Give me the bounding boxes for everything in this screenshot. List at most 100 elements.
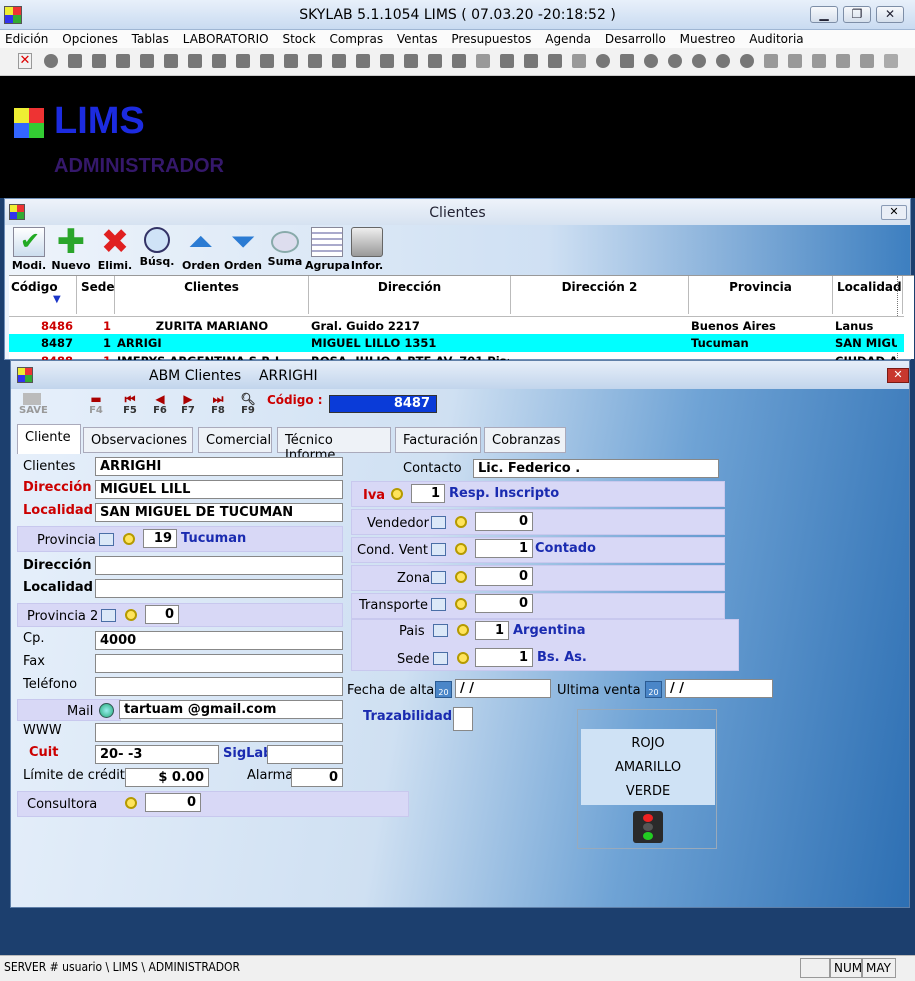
- gear-tool-icon[interactable]: [68, 54, 82, 68]
- agrupa-button[interactable]: Agrupa: [305, 227, 350, 272]
- semaforo-amarillo[interactable]: AMARILLO: [581, 760, 715, 775]
- add-transporte-icon[interactable]: [431, 598, 446, 611]
- menu-auditoria[interactable]: Auditoria: [744, 30, 808, 48]
- add-provincia-icon[interactable]: [99, 533, 114, 546]
- traffic-light-icon[interactable]: [633, 811, 663, 843]
- lookup-zona-icon[interactable]: [455, 571, 467, 583]
- fax-field[interactable]: [95, 654, 343, 673]
- doc-tool-icon[interactable]: [788, 54, 802, 68]
- close-doc-icon[interactable]: ✕: [18, 53, 32, 69]
- tab-cobranzas[interactable]: Cobranzas: [484, 427, 566, 453]
- direccion2-field[interactable]: [95, 556, 343, 575]
- localidad2-field[interactable]: [95, 579, 343, 598]
- grid-tool-icon[interactable]: [476, 54, 490, 68]
- m-tool-icon[interactable]: [740, 54, 754, 68]
- lookup-provincia2-icon[interactable]: [125, 609, 137, 621]
- tab-comercial[interactable]: Comercial: [198, 427, 272, 453]
- sede-code-field[interactable]: 1: [475, 648, 533, 667]
- pais-code-field[interactable]: 1: [475, 621, 509, 640]
- alarma-field[interactable]: 0: [291, 768, 343, 787]
- tool-icon[interactable]: [380, 54, 394, 68]
- tool-icon[interactable]: [620, 54, 634, 68]
- add-condvent-icon[interactable]: [431, 543, 446, 556]
- lookup-iva-icon[interactable]: [391, 488, 403, 500]
- col-clientes[interactable]: Clientes: [115, 276, 309, 314]
- grid-tool-icon[interactable]: [572, 54, 586, 68]
- doc-tool-icon[interactable]: [812, 54, 826, 68]
- trazabilidad-checkbox[interactable]: [453, 707, 473, 731]
- provincia-code-field[interactable]: 19: [143, 529, 177, 548]
- eliminar-button[interactable]: ✖ Elimi.: [95, 225, 135, 272]
- tool-icon[interactable]: [428, 54, 442, 68]
- page-tool-icon[interactable]: [884, 54, 898, 68]
- tool-icon[interactable]: [188, 54, 202, 68]
- tab-cliente[interactable]: Cliente: [17, 424, 81, 454]
- abm-close-button[interactable]: ✕: [887, 368, 909, 383]
- tool-icon[interactable]: [164, 54, 178, 68]
- orden-desc-button[interactable]: ⏷ Orden: [223, 227, 263, 273]
- m-tool-icon[interactable]: [692, 54, 706, 68]
- menu-stock[interactable]: Stock: [277, 30, 320, 48]
- lookup-condvent-icon[interactable]: [455, 543, 467, 555]
- menu-opciones[interactable]: Opciones: [57, 30, 123, 48]
- menu-laboratorio[interactable]: LABORATORIO: [178, 30, 274, 48]
- tool-icon[interactable]: [500, 54, 514, 68]
- semaforo-verde[interactable]: VERDE: [581, 784, 715, 799]
- table-row-selected[interactable]: 8487 1 ARRIGI MIGUEL LILLO 1351 Tucuman …: [9, 334, 904, 352]
- cuit-field[interactable]: 20- -3: [95, 745, 219, 764]
- cp-field[interactable]: 4000: [95, 631, 343, 650]
- last-record-button[interactable]: ⏭ F8: [207, 393, 229, 416]
- col-direccion2[interactable]: Dirección 2: [511, 276, 689, 314]
- f4-button[interactable]: ▬ F4: [85, 393, 107, 416]
- lookup-transporte-icon[interactable]: [455, 598, 467, 610]
- direccion-field[interactable]: MIGUEL LILL: [95, 480, 343, 499]
- telefono-field[interactable]: [95, 677, 343, 696]
- nuevo-button[interactable]: ✚ Nuevo: [51, 225, 91, 272]
- tool-icon[interactable]: [548, 54, 562, 68]
- tool-icon[interactable]: [404, 54, 418, 68]
- table-row[interactable]: 8488 1 IMERYS ARGENTINA S.R.L. ROSA, JUL…: [9, 352, 904, 360]
- clientes-field[interactable]: ARRIGHI: [95, 457, 343, 476]
- col-localidad[interactable]: Localidad: [833, 276, 903, 314]
- tool-icon[interactable]: [452, 54, 466, 68]
- menu-edicion[interactable]: Edición: [0, 30, 53, 48]
- minimize-button[interactable]: ▁: [810, 6, 838, 23]
- prev-record-button[interactable]: ◀ F6: [149, 393, 171, 416]
- search-record-button[interactable]: 🔍︎ F9: [237, 393, 259, 416]
- iva-code-field[interactable]: 1: [411, 484, 445, 503]
- menu-desarrollo[interactable]: Desarrollo: [600, 30, 671, 48]
- www-field[interactable]: [95, 723, 343, 742]
- vendedor-code-field[interactable]: 0: [475, 512, 533, 531]
- fecha-alta-field[interactable]: / /: [455, 679, 551, 698]
- add-pais-icon[interactable]: [433, 624, 448, 637]
- menu-tablas[interactable]: Tablas: [127, 30, 174, 48]
- lookup-provincia-icon[interactable]: [123, 533, 135, 545]
- siglab-field[interactable]: [267, 745, 343, 764]
- zona-code-field[interactable]: 0: [475, 567, 533, 586]
- lookup-consultora-icon[interactable]: [125, 797, 137, 809]
- transporte-code-field[interactable]: 0: [475, 594, 533, 613]
- add-vendedor-icon[interactable]: [431, 516, 446, 529]
- lookup-sede-icon[interactable]: [457, 652, 469, 664]
- col-sede[interactable]: Sede: [77, 276, 115, 314]
- col-codigo[interactable]: Código ▼: [9, 276, 77, 314]
- lookup-vendedor-icon[interactable]: [455, 516, 467, 528]
- informe-button[interactable]: Infor.: [347, 227, 387, 272]
- mail-field[interactable]: tartuam @gmail.com: [119, 700, 343, 719]
- tool-icon[interactable]: [308, 54, 322, 68]
- save-button[interactable]: SAVE: [19, 393, 48, 416]
- circle-tool-icon[interactable]: [44, 54, 58, 68]
- menu-ventas[interactable]: Ventas: [392, 30, 443, 48]
- orden-asc-button[interactable]: ⏶ Orden: [181, 227, 221, 273]
- tool-icon[interactable]: [284, 54, 298, 68]
- menu-muestreo[interactable]: Muestreo: [675, 30, 741, 48]
- add-provincia2-icon[interactable]: [101, 609, 116, 622]
- maximize-button[interactable]: ❐: [843, 6, 871, 23]
- doc-tool-icon[interactable]: [764, 54, 778, 68]
- modificar-button[interactable]: ✔ Modi.: [9, 227, 49, 272]
- tool-icon[interactable]: [332, 54, 346, 68]
- localidad-field[interactable]: SAN MIGUEL DE TUCUMAN: [95, 503, 343, 522]
- m-tool-icon[interactable]: [716, 54, 730, 68]
- limite-credito-field[interactable]: $ 0.00: [125, 768, 209, 787]
- condvent-code-field[interactable]: 1: [475, 539, 533, 558]
